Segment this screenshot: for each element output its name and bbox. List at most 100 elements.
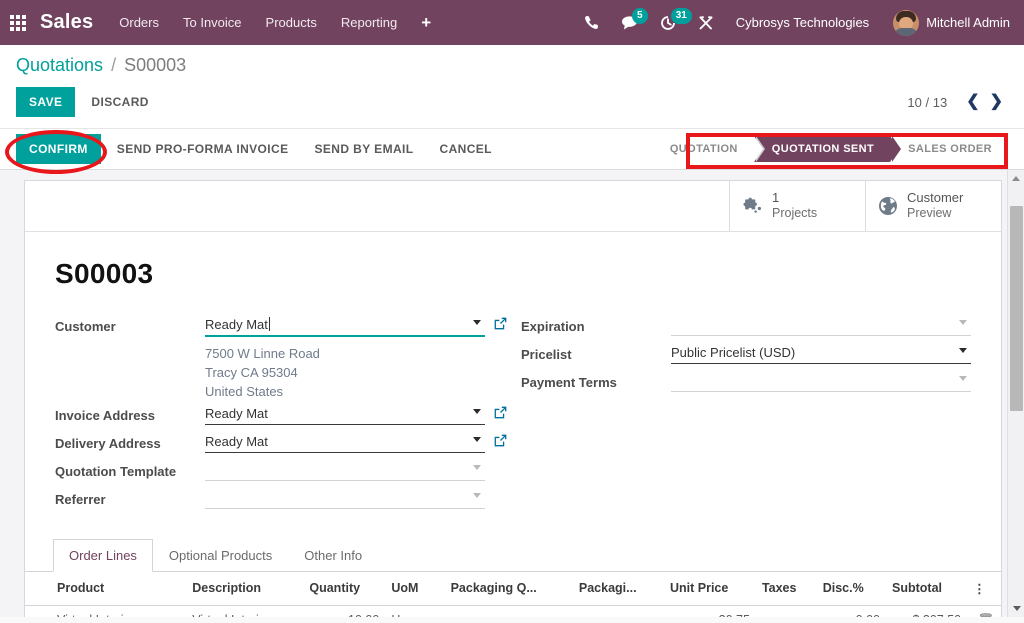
- breadcrumb-current: S00003: [124, 55, 186, 75]
- drag-handle-icon[interactable]: ▲▼: [31, 613, 43, 617]
- confirm-button[interactable]: CONFIRM: [16, 134, 101, 164]
- customer-address-block: 7500 W Linne Road Tracy CA 95304 United …: [205, 342, 507, 401]
- column-description[interactable]: Description: [186, 572, 303, 606]
- payment-terms-input[interactable]: [671, 370, 971, 392]
- smart-button-projects-label: Projects: [772, 206, 817, 220]
- tab-order-lines[interactable]: Order Lines: [53, 539, 153, 572]
- column-product[interactable]: Product: [51, 572, 186, 606]
- tools-icon[interactable]: [698, 15, 714, 31]
- smart-button-customer-preview[interactable]: Customer Preview: [865, 181, 1001, 231]
- trash-icon[interactable]: 🗑: [978, 613, 995, 617]
- smart-button-row: 1 Projects Customer Preview: [25, 181, 1001, 232]
- chevron-down-icon[interactable]: [473, 465, 481, 470]
- menu-new-button[interactable]: +: [421, 14, 431, 31]
- app-brand-sales[interactable]: Sales: [40, 11, 93, 34]
- smart-button-projects[interactable]: 1 Projects: [729, 181, 865, 231]
- messages-badge: 5: [632, 8, 648, 24]
- tab-other-info[interactable]: Other Info: [288, 539, 378, 572]
- referrer-input[interactable]: [205, 487, 485, 509]
- invoice-address-input[interactable]: Ready Mat: [205, 403, 485, 425]
- scroll-down-icon[interactable]: [1008, 600, 1024, 617]
- chevron-down-icon[interactable]: [959, 348, 967, 353]
- company-switcher[interactable]: Cybrosys Technologies: [736, 15, 869, 30]
- apps-grid-icon[interactable]: [10, 15, 26, 31]
- chevron-down-icon[interactable]: [473, 409, 481, 414]
- cell-packaging-qty[interactable]: [445, 605, 573, 617]
- cell-subtotal[interactable]: $ 307.50: [886, 605, 967, 617]
- column-quantity[interactable]: Quantity: [303, 572, 385, 606]
- order-lines-header: Product Description Quantity UoM Packagi…: [25, 572, 1001, 606]
- referrer-input-wrap: [205, 487, 485, 509]
- column-discount[interactable]: Disc.%: [817, 572, 886, 606]
- column-packaging-qty[interactable]: Packaging Q...: [445, 572, 573, 606]
- breadcrumb-quotations[interactable]: Quotations: [16, 55, 103, 75]
- status-sales-order-label: SALES ORDER: [908, 143, 992, 155]
- expiration-input[interactable]: [671, 314, 971, 336]
- cell-uom[interactable]: Hours: [385, 605, 444, 617]
- invoice-address-input-wrap: Ready Mat: [205, 403, 485, 425]
- order-lines-body: ▲▼ Virtual Interior ... Virtual Interior…: [25, 605, 1001, 617]
- send-by-email-button[interactable]: SEND BY EMAIL: [305, 134, 424, 164]
- field-control-pricelist: Public Pricelist (USD): [671, 342, 971, 364]
- cell-description[interactable]: Virtual Interior Desi...: [186, 605, 303, 617]
- scrollbar-thumb[interactable]: [1010, 206, 1023, 411]
- cell-discount[interactable]: 0.00: [817, 605, 886, 617]
- user-menu[interactable]: Mitchell Admin: [893, 10, 1010, 36]
- tab-optional-products[interactable]: Optional Products: [153, 539, 288, 572]
- globe-icon: [878, 196, 898, 216]
- smart-button-customer-preview-value: Customer: [907, 190, 963, 206]
- action-bar: CONFIRM SEND PRO-FORMA INVOICE SEND BY E…: [0, 128, 1024, 170]
- row-delete-button[interactable]: 🗑: [967, 605, 1001, 617]
- status-quotation-sent-label: QUOTATION SENT: [772, 143, 874, 155]
- pager-next-icon[interactable]: ❯: [985, 94, 1008, 110]
- messages-icon[interactable]: 5: [621, 15, 638, 30]
- status-quotation[interactable]: QUOTATION: [652, 136, 754, 162]
- column-subtotal[interactable]: Subtotal: [886, 572, 967, 606]
- customer-value: Ready Mat: [205, 317, 268, 332]
- send-pro-forma-invoice-button[interactable]: SEND PRO-FORMA INVOICE: [107, 134, 299, 164]
- discard-button[interactable]: DISCARD: [81, 87, 158, 117]
- cell-taxes[interactable]: [756, 605, 817, 617]
- chevron-down-icon[interactable]: [473, 320, 481, 325]
- customer-input[interactable]: Ready Mat: [205, 314, 485, 337]
- chevron-down-icon[interactable]: [473, 437, 481, 442]
- column-packaging[interactable]: Packagi...: [573, 572, 664, 606]
- activities-icon[interactable]: 31: [660, 15, 676, 31]
- delivery-address-external-link-icon[interactable]: [494, 431, 507, 447]
- field-label-referrer: Referrer: [55, 487, 205, 507]
- cell-quantity[interactable]: 10.00: [303, 605, 385, 617]
- column-unit-price[interactable]: Unit Price: [664, 572, 756, 606]
- cancel-button[interactable]: CANCEL: [430, 134, 502, 164]
- row-drag-handle[interactable]: ▲▼: [25, 605, 51, 617]
- table-row[interactable]: ▲▼ Virtual Interior ... Virtual Interior…: [25, 605, 1001, 617]
- customer-external-link-icon[interactable]: [494, 314, 507, 330]
- menu-products[interactable]: Products: [266, 15, 317, 30]
- scroll-up-icon[interactable]: [1008, 170, 1024, 187]
- cell-product[interactable]: Virtual Interior ...: [51, 605, 186, 617]
- field-row-pricelist: Pricelist Public Pricelist (USD): [521, 342, 971, 368]
- column-uom[interactable]: UoM: [385, 572, 444, 606]
- menu-to-invoice[interactable]: To Invoice: [183, 15, 242, 30]
- menu-reporting[interactable]: Reporting: [341, 15, 397, 30]
- chevron-down-icon[interactable]: [473, 493, 481, 498]
- delivery-address-input[interactable]: Ready Mat: [205, 431, 485, 453]
- vertical-scrollbar[interactable]: [1007, 170, 1024, 617]
- column-options-icon[interactable]: ⋮: [967, 572, 1001, 606]
- chevron-down-icon[interactable]: [959, 320, 967, 325]
- menu-orders[interactable]: Orders: [119, 15, 159, 30]
- field-label-delivery-address: Delivery Address: [55, 431, 205, 451]
- pager-previous-icon[interactable]: ❮: [961, 94, 984, 110]
- phone-icon[interactable]: [584, 15, 599, 30]
- status-quotation-sent[interactable]: QUOTATION SENT: [754, 136, 890, 162]
- status-quotation-label: QUOTATION: [670, 143, 738, 155]
- save-button[interactable]: SAVE: [16, 87, 75, 117]
- column-taxes[interactable]: Taxes: [756, 572, 817, 606]
- cell-packaging[interactable]: [573, 605, 664, 617]
- projects-puzzle-icon: [742, 196, 763, 216]
- quotation-template-input[interactable]: [205, 459, 485, 481]
- cell-unit-price[interactable]: 30.75: [664, 605, 756, 617]
- status-sales-order[interactable]: SALES ORDER: [890, 136, 1008, 162]
- chevron-down-icon[interactable]: [959, 376, 967, 381]
- invoice-address-external-link-icon[interactable]: [494, 403, 507, 419]
- pricelist-input[interactable]: Public Pricelist (USD): [671, 342, 971, 364]
